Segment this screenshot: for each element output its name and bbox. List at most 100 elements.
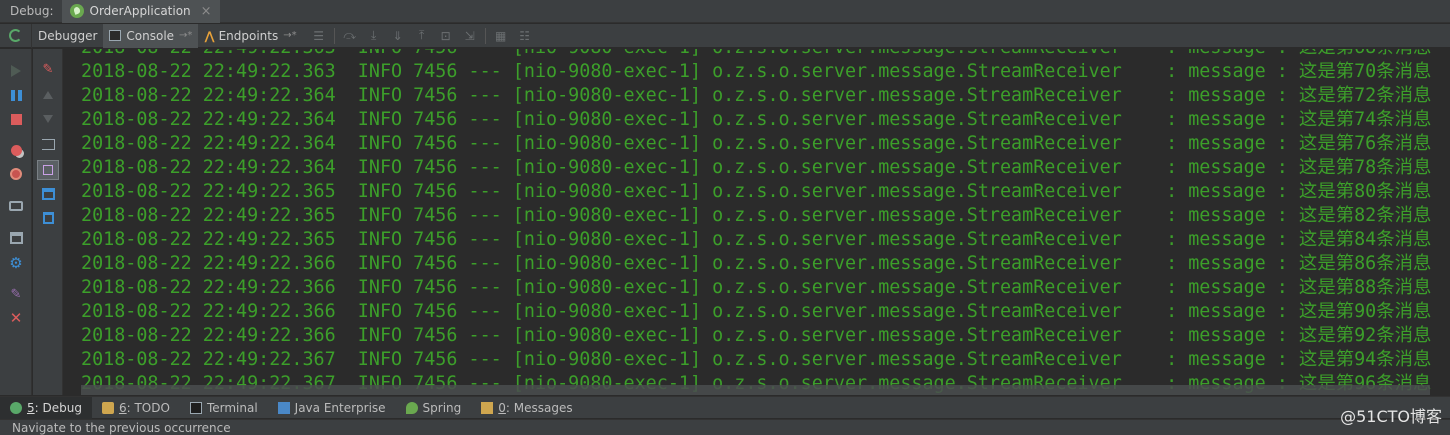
mute-breakpoints-button[interactable] xyxy=(0,163,32,185)
pin-tab-button[interactable]: ✎ xyxy=(0,283,32,305)
log-line: 2018-08-22 22:49:22.365 INFO 7456 --- [n… xyxy=(81,181,1432,202)
clear-all-button[interactable]: ✎ xyxy=(33,58,63,80)
next-occurrence-button[interactable] xyxy=(33,108,63,130)
horizontal-scrollbar[interactable] xyxy=(81,385,1430,395)
tool-window-todo-number: 6 xyxy=(118,400,127,415)
settings-button[interactable]: ⚙ xyxy=(0,252,32,274)
close-icon[interactable]: × xyxy=(201,4,212,19)
log-line: 2018-08-22 22:49:22.364 INFO 7456 --- [n… xyxy=(81,109,1432,130)
pin-icon: ✎ xyxy=(10,286,22,302)
tool-window-spring-label: Spring xyxy=(422,400,462,415)
rerun-icon xyxy=(9,29,22,42)
trash-icon xyxy=(42,212,54,224)
scroll-to-end-button[interactable] xyxy=(33,159,63,181)
debug-toolbar: Debugger Console →* ⋀ Endpoints →* ☰ ⤼ ⤓… xyxy=(0,23,1450,48)
close-debug-button[interactable]: ✕ xyxy=(0,307,32,329)
endpoints-icon: ⋀ xyxy=(204,28,215,43)
bug-icon xyxy=(10,401,22,414)
pencil-icon: ✎ xyxy=(42,61,54,77)
trace-icon[interactable]: ☷ xyxy=(513,24,537,48)
step-out-icon[interactable]: ⤒ xyxy=(410,24,434,48)
tab-debugger[interactable]: Debugger xyxy=(32,24,103,48)
messages-icon xyxy=(481,401,494,414)
log-line: 2018-08-22 22:49:22.366 INFO 7456 --- [n… xyxy=(81,253,1432,274)
tool-window-terminal-label: Terminal xyxy=(206,400,258,415)
todo-icon xyxy=(101,401,114,414)
print-button[interactable] xyxy=(33,183,63,205)
camera-icon xyxy=(9,201,23,211)
watermark: @51CTO博客 xyxy=(1340,407,1442,426)
run-config-tab[interactable]: OrderApplication × xyxy=(61,0,220,23)
status-bar: Navigate to the previous occurrence xyxy=(0,419,1450,435)
resume-button[interactable] xyxy=(0,60,32,82)
mute-breakpoints-icon xyxy=(10,168,22,180)
soft-wrap-icon xyxy=(41,138,55,150)
tab-endpoints[interactable]: ⋀ Endpoints →* xyxy=(198,24,302,48)
run-to-cursor-icon[interactable]: ⇲ xyxy=(458,24,482,48)
pause-button[interactable] xyxy=(0,84,32,106)
pin-icon[interactable]: →* xyxy=(283,30,296,41)
scroll-to-end-icon xyxy=(37,160,59,180)
debug-titlebar: Debug: OrderApplication × xyxy=(0,0,1450,23)
tab-console-label: Console xyxy=(126,28,175,43)
log-line: 2018-08-22 22:49:22.364 INFO 7456 --- [n… xyxy=(81,133,1432,154)
tool-window-bar: 5: Debug 6: TODO Terminal Java Enterpris… xyxy=(0,396,1450,419)
log-line: 2018-08-22 22:49:22.364 INFO 7456 --- [n… xyxy=(81,157,1432,178)
stop-button[interactable] xyxy=(0,108,32,130)
tool-window-spring[interactable]: Spring xyxy=(396,397,472,419)
log-line: 2018-08-22 22:49:22.367 INFO 7456 --- [n… xyxy=(81,349,1432,370)
show-execution-point-icon[interactable]: ☰ xyxy=(307,24,331,48)
evaluate-expression-icon[interactable]: ▦ xyxy=(489,24,513,48)
layout-icon xyxy=(9,232,23,244)
gear-icon: ⚙ xyxy=(9,254,23,272)
drop-frame-icon[interactable]: ⊡ xyxy=(434,24,458,48)
log-line: 2018-08-22 22:49:22.366 INFO 7456 --- [n… xyxy=(81,277,1432,298)
view-breakpoints-button[interactable] xyxy=(0,139,32,161)
soft-wrap-button[interactable] xyxy=(33,133,63,155)
arrow-up-icon xyxy=(43,91,53,99)
tool-window-messages[interactable]: 0: Messages xyxy=(471,397,582,419)
tab-endpoints-label: Endpoints xyxy=(218,28,279,43)
restore-layout-button[interactable] xyxy=(0,227,32,249)
pause-icon xyxy=(10,89,22,101)
tool-window-java-enterprise-label: Java Enterprise xyxy=(294,400,386,415)
tool-window-todo[interactable]: 6: TODO xyxy=(92,397,180,419)
run-config-name: OrderApplication xyxy=(89,4,191,18)
log-line: 2018-08-22 22:49:22.365 INFO 7456 --- [n… xyxy=(81,229,1432,250)
tab-console[interactable]: Console →* xyxy=(103,23,199,48)
log-line: 2018-08-22 22:49:22.366 INFO 7456 --- [n… xyxy=(81,301,1432,322)
print-icon xyxy=(41,188,55,200)
pin-icon[interactable]: →* xyxy=(179,30,192,41)
toolbar-separator xyxy=(333,27,335,44)
toolbar-separator xyxy=(484,27,486,44)
previous-occurrence-button[interactable] xyxy=(33,84,63,106)
step-over-icon[interactable]: ⤼ xyxy=(338,24,362,48)
tool-window-debug[interactable]: 5: Debug xyxy=(0,396,92,419)
log-line: 2018-08-22 22:49:22.365 INFO 7456 --- [n… xyxy=(81,205,1432,226)
spring-icon xyxy=(405,401,418,414)
tool-window-java-enterprise[interactable]: Java Enterprise xyxy=(268,397,396,419)
log-line: 2018-08-22 22:49:22.363 INFO 7456 --- [n… xyxy=(81,61,1432,82)
tool-window-messages-label: : Messages xyxy=(505,400,573,415)
debug-label: Debug: xyxy=(10,4,54,18)
log-line: 2018-08-22 22:49:22.363 INFO 7456 --- [n… xyxy=(81,49,1431,60)
console-output[interactable]: 2018-08-22 22:49:22.363 INFO 7456 --- [n… xyxy=(64,49,1450,395)
rerun-button[interactable] xyxy=(0,23,32,48)
tool-window-debug-label: : Debug xyxy=(34,400,82,415)
status-text: Navigate to the previous occurrence xyxy=(12,420,231,435)
force-step-into-icon[interactable]: ⇓ xyxy=(386,24,410,48)
resume-icon xyxy=(11,65,21,77)
get-thread-dump-button[interactable] xyxy=(0,195,32,217)
tool-window-terminal[interactable]: Terminal xyxy=(180,397,268,419)
tab-debugger-label: Debugger xyxy=(38,28,98,43)
spring-boot-icon xyxy=(69,4,84,18)
terminal-icon xyxy=(189,401,202,414)
view-breakpoints-icon xyxy=(10,144,22,156)
stop-icon xyxy=(10,113,22,125)
clear-console-button[interactable] xyxy=(33,207,63,229)
tool-window-todo-label: : TODO xyxy=(126,400,170,415)
log-line: 2018-08-22 22:49:22.364 INFO 7456 --- [n… xyxy=(81,85,1432,106)
step-into-icon[interactable]: ⤓ xyxy=(362,24,386,48)
debug-actions-gutter: ⚙ ✎ ✕ xyxy=(0,49,32,395)
tool-window-messages-number: 0 xyxy=(498,400,506,415)
